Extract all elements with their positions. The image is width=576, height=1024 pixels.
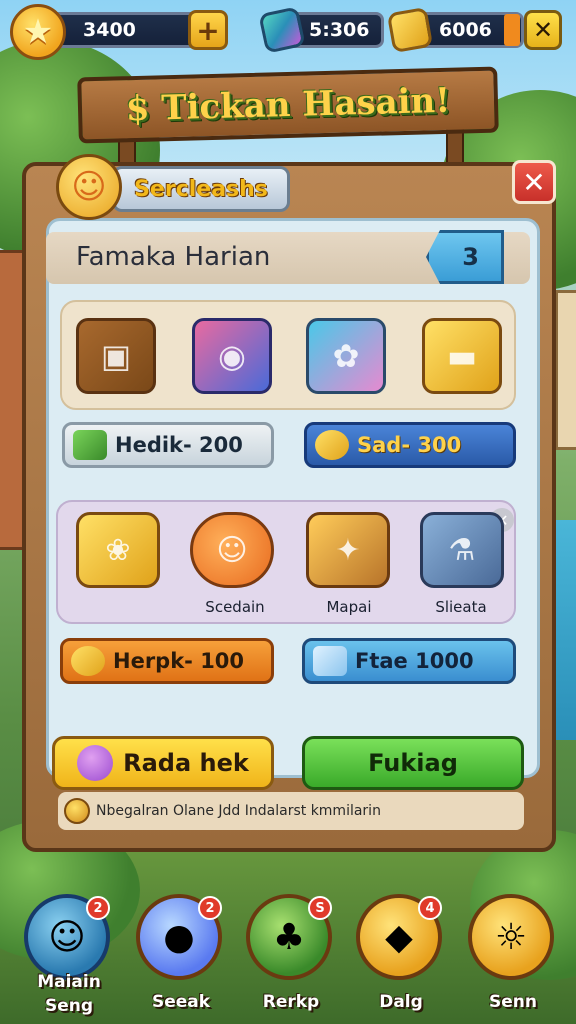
nav-item-4[interactable]: ◆ 4 Dalg bbox=[356, 894, 446, 1020]
top-bar: 3400 ★ + 5:306 6006 ✕ bbox=[0, 0, 576, 62]
daily-count-badge: 3 bbox=[426, 230, 504, 284]
fukiag-label: Fukiag bbox=[368, 749, 458, 777]
buy-button-3[interactable]: Herpk- 100 bbox=[60, 638, 274, 684]
cauldron-icon[interactable]: ⚗ bbox=[420, 512, 504, 588]
stars-value: 3400 bbox=[83, 19, 136, 41]
shop-title: $ Tickan Hasain! bbox=[125, 80, 451, 130]
close-top-button[interactable]: ✕ bbox=[524, 10, 562, 50]
item-label-mapai: Mapai bbox=[326, 598, 372, 616]
nav-item-5[interactable]: ☼ Senn bbox=[468, 894, 558, 1020]
buy-button-4-label: Ftae 1000 bbox=[355, 649, 474, 673]
add-stars-button[interactable]: + bbox=[188, 10, 228, 50]
nav-item-3[interactable]: ♣ S Rerkp bbox=[246, 894, 336, 1020]
nav-badge-4: 4 bbox=[418, 896, 442, 920]
footnote-text: Nbegalran Olane Jdd Indalarst kmmilarin bbox=[96, 803, 381, 819]
potion-icon bbox=[313, 646, 347, 676]
camera-box-icon[interactable]: ◉ bbox=[192, 318, 272, 394]
nav-label-3: Rerkp bbox=[262, 992, 320, 1012]
rada-hek-button[interactable]: Rada hek bbox=[52, 736, 274, 790]
cat-avatar-icon: ☺ bbox=[56, 154, 122, 220]
gold-icon bbox=[386, 6, 434, 54]
nav-label-1: Maiain Seng bbox=[37, 972, 101, 1016]
gift-box-icon[interactable]: ❀ bbox=[76, 512, 160, 588]
close-panel-button[interactable]: ✕ bbox=[512, 160, 556, 204]
orange-tab bbox=[504, 14, 520, 46]
buy-button-2-label: Sad- 300 bbox=[357, 433, 462, 457]
rada-hek-label: Rada hek bbox=[123, 749, 249, 777]
nav-item-1[interactable]: ☺ 2 Maiain Seng bbox=[24, 894, 114, 1020]
buy-button-1[interactable]: Hedik- 200 bbox=[62, 422, 274, 468]
fox-creature-icon[interactable]: ☺ bbox=[190, 512, 274, 588]
nav-badge-3: S bbox=[308, 896, 332, 920]
magic-box-icon[interactable]: ✦ bbox=[306, 512, 390, 588]
star-icon: ★ bbox=[10, 4, 66, 60]
nav-label-5: Senn bbox=[489, 992, 537, 1012]
wooden-chest-icon[interactable]: ▣ bbox=[76, 318, 156, 394]
gold-cart-icon[interactable]: ▬ bbox=[422, 318, 502, 394]
nav-item-2[interactable]: ● 2 Seeak bbox=[136, 894, 226, 1020]
tower bbox=[555, 290, 576, 450]
buy-button-2[interactable]: Sad- 300 bbox=[304, 422, 516, 468]
buy-button-3-label: Herpk- 100 bbox=[113, 649, 245, 673]
buy-button-1-label: Hedik- 200 bbox=[115, 433, 243, 457]
panel-header-label: Sercleashs bbox=[112, 166, 290, 212]
nav-label-4: Dalg bbox=[379, 992, 423, 1012]
info-coin-icon bbox=[64, 798, 90, 824]
potion-bottle-icon bbox=[77, 745, 114, 781]
nav-label-2: Seeak bbox=[151, 992, 211, 1012]
coin-stack-icon bbox=[71, 646, 105, 676]
treasure-cart-icon[interactable]: ✿ bbox=[306, 318, 386, 394]
cash-icon bbox=[73, 430, 107, 460]
coin-icon bbox=[315, 430, 349, 460]
fukiag-button[interactable]: Fukiag bbox=[302, 736, 524, 790]
buy-button-4[interactable]: Ftae 1000 bbox=[302, 638, 516, 684]
daily-title: Famaka Harian bbox=[76, 242, 271, 272]
gold-value: 6006 bbox=[439, 19, 492, 41]
gems-value: 5:306 bbox=[309, 19, 370, 41]
item-label-slieata: Slieata bbox=[435, 598, 487, 616]
nav-badge-2: 2 bbox=[198, 896, 222, 920]
title-sign: $ Tickan Hasain! bbox=[77, 66, 499, 144]
item-label-scedain: Scedain bbox=[205, 598, 265, 616]
nav-badge-1: 2 bbox=[86, 896, 110, 920]
sun-face-icon: ☼ bbox=[468, 894, 554, 980]
